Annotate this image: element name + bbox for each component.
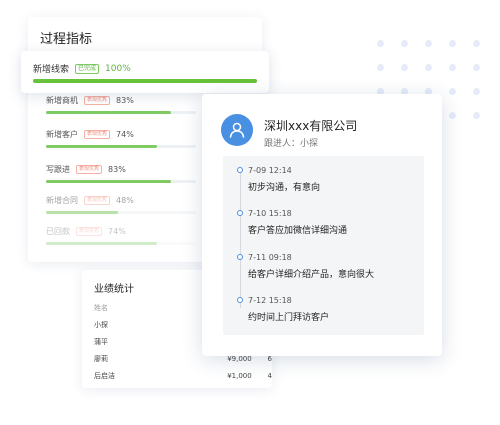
- metric-badge: 表现优秀: [84, 196, 111, 205]
- timeline-text: 给客户详细介绍产品，意向很大: [248, 270, 375, 280]
- column-header-name: 姓名: [94, 303, 108, 312]
- lead-progress-fill: [33, 79, 257, 83]
- decorative-dot: [473, 112, 480, 119]
- decorative-dot: [449, 40, 456, 47]
- new-leads-highlight-card: 新增线索 已完成 100%: [21, 51, 269, 93]
- metric-percent: 83%: [116, 96, 134, 105]
- lead-label: 新增线索: [33, 65, 70, 75]
- decorative-dot: [401, 40, 408, 47]
- decorative-dot: [473, 40, 480, 47]
- metric-progress-track: [46, 180, 196, 183]
- decorative-dot: [425, 64, 432, 71]
- row-name: 后启洁: [94, 371, 115, 380]
- table-row: 后启洁 ¥1,000 4: [94, 367, 272, 384]
- metric-percent: 74%: [116, 130, 134, 139]
- metric-progress-track: [46, 111, 196, 114]
- metric-progress-fill: [46, 242, 157, 245]
- company-name: 深圳xxx有限公司: [264, 119, 358, 133]
- timeline-line: [240, 168, 241, 308]
- row-name: 小探: [94, 320, 108, 329]
- metric-percent: 74%: [108, 227, 126, 236]
- follower-label: 跟进人：小探: [264, 139, 319, 149]
- metric-progress-fill: [46, 180, 171, 183]
- avatar: [221, 114, 253, 146]
- timeline-text: 约时间上门拜访客户: [248, 313, 330, 323]
- decorative-dot: [449, 64, 456, 71]
- metric-label: 新增合同: [46, 196, 78, 205]
- metric-label: 新增商机: [46, 96, 78, 105]
- timeline-text: 客户答应加微信详细沟通: [248, 226, 348, 236]
- metric-label: 已回款: [46, 227, 70, 236]
- decorative-dot: [473, 64, 480, 71]
- timeline-time: 7-10 15:18: [248, 209, 292, 218]
- performance-stats-title: 业绩统计: [94, 284, 134, 295]
- row-name: 廖莉: [94, 354, 108, 363]
- timeline-dot-icon: [237, 167, 243, 173]
- timeline-dot-icon: [237, 210, 243, 216]
- metric-label: 写跟进: [46, 165, 70, 174]
- row-count: 4: [267, 371, 272, 380]
- timeline-text: 初步沟通，有意向: [248, 183, 321, 193]
- lead-percent: 100%: [105, 63, 131, 74]
- metric-badge: 表现优秀: [84, 96, 111, 105]
- metric-progress-track: [46, 211, 196, 214]
- user-icon: [229, 122, 245, 138]
- decorative-dot: [425, 40, 432, 47]
- timeline-dot-icon: [237, 254, 243, 260]
- decorative-dot: [377, 40, 384, 47]
- process-metrics-title: 过程指标: [40, 32, 93, 47]
- timeline-dot-icon: [237, 297, 243, 303]
- metric-label: 新增客户: [46, 130, 78, 139]
- metric-percent: 83%: [108, 165, 126, 174]
- metric-progress-track: [46, 242, 196, 245]
- decorative-dot: [449, 112, 456, 119]
- metric-percent: 48%: [116, 196, 134, 205]
- decorative-dot: [401, 64, 408, 71]
- metric-progress-fill: [46, 211, 118, 214]
- timeline-time: 7-12 15:18: [248, 296, 292, 305]
- metric-badge: 表现优秀: [76, 165, 103, 174]
- decorative-dot: [473, 88, 480, 95]
- decorative-dot: [377, 64, 384, 71]
- row-amount: ¥1,000: [227, 371, 252, 380]
- metric-progress-track: [46, 145, 196, 148]
- metric-progress-fill: [46, 111, 171, 114]
- row-name: 蒲平: [94, 337, 108, 346]
- metric-progress-fill: [46, 145, 157, 148]
- timeline-time: 7-09 12:14: [248, 166, 292, 175]
- decorative-dot: [449, 88, 456, 95]
- company-followup-card[interactable]: 深圳xxx有限公司 跟进人：小探 7-09 12:14 初步沟通，有意向 7-1…: [202, 94, 442, 356]
- followup-timeline: 7-09 12:14 初步沟通，有意向 7-10 15:18 客户答应加微信详细…: [223, 156, 424, 335]
- metric-badge: 表现优秀: [76, 227, 103, 236]
- lead-progress-track: [33, 79, 257, 83]
- metric-badge: 表现优秀: [84, 130, 111, 139]
- timeline-time: 7-11 09:18: [248, 253, 292, 262]
- lead-badge: 已完成: [75, 63, 100, 74]
